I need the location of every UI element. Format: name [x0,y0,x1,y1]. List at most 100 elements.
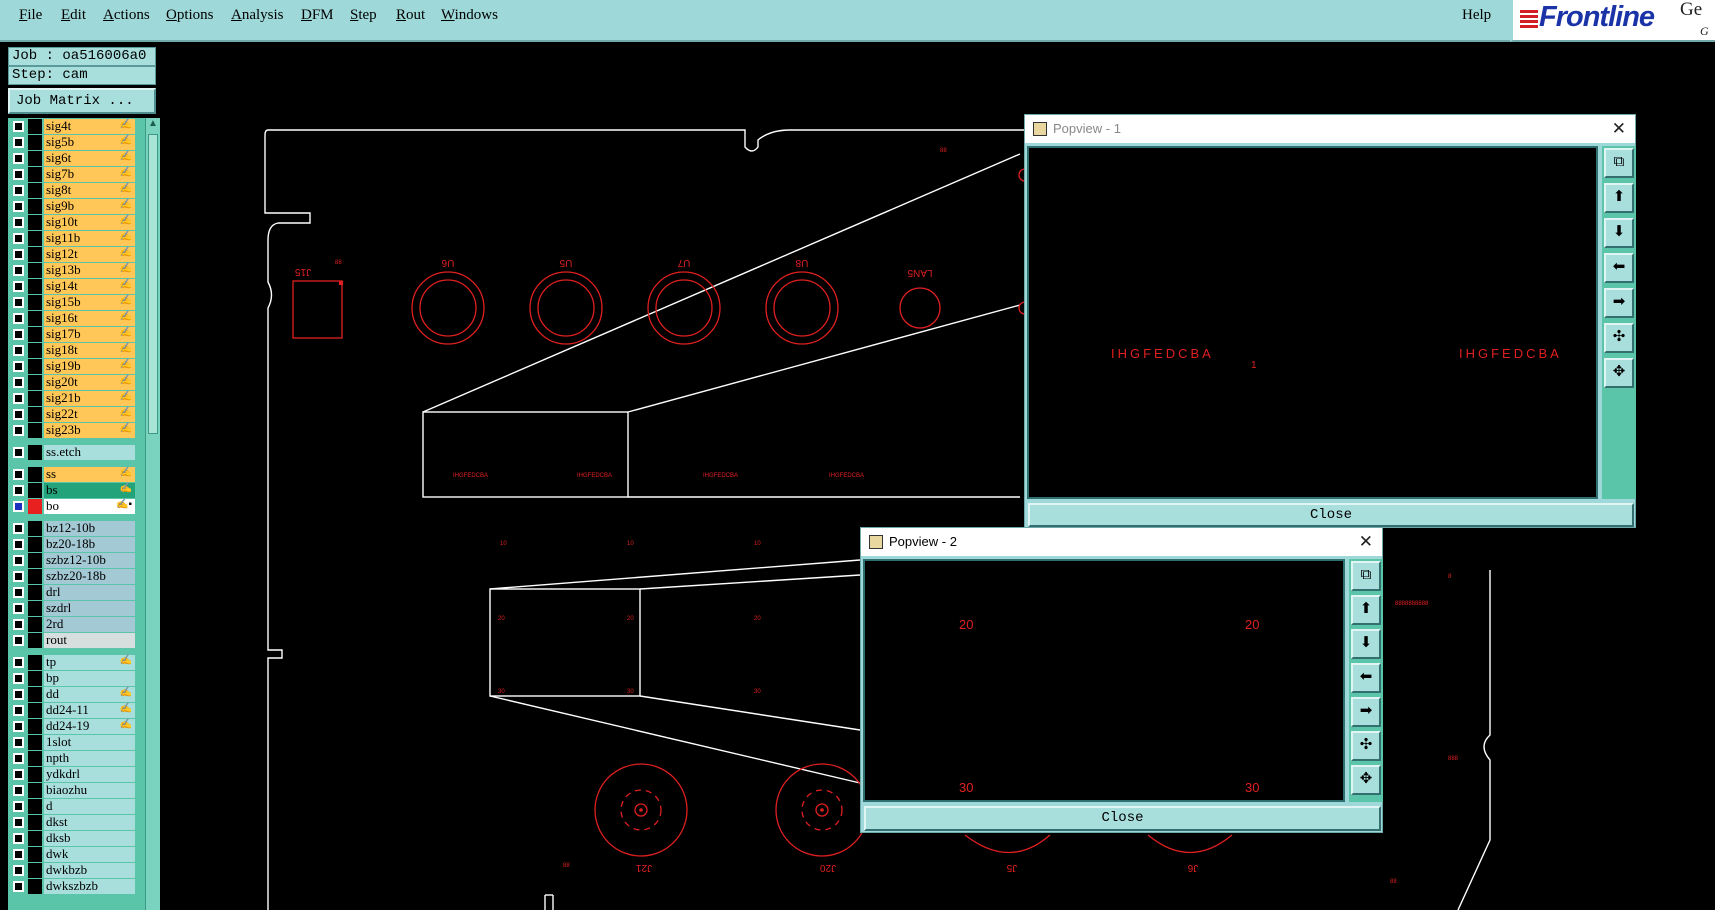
layer-row[interactable]: sig18t ✍ [8,343,138,358]
layer-checkbox[interactable] [13,849,24,860]
layer-checkbox[interactable] [13,265,24,276]
layer-row[interactable]: dd ✍ [8,687,138,702]
layer-checkbox[interactable] [13,217,24,228]
layer-row[interactable]: szbz12-10b [8,553,138,568]
layer-row[interactable]: bz20-18b [8,537,138,552]
layer-row[interactable]: sig12t ✍ [8,247,138,262]
layer-checkbox[interactable] [13,377,24,388]
layer-checkbox[interactable] [13,447,24,458]
layer-row[interactable]: sig19b ✍ [8,359,138,374]
layer-row[interactable]: tp ✍ [8,655,138,670]
popview-2-close-button[interactable]: Close [864,806,1381,831]
layer-row[interactable]: szbz20-18b [8,569,138,584]
layer-checkbox[interactable] [13,485,24,496]
popview-2-titlebar[interactable]: Popview - 2 ✕ [861,528,1382,556]
layer-row[interactable]: sig20t ✍ [8,375,138,390]
layer-checkbox[interactable] [13,121,24,132]
layer-row[interactable]: sig4t ✍ [8,119,138,134]
layer-row[interactable]: sig13b ✍ [8,263,138,278]
layer-checkbox[interactable] [13,409,24,420]
menu-analysis[interactable]: Analysis [231,7,284,24]
layer-row[interactable]: szdrl [8,601,138,616]
popview-1-screen[interactable]: IHGFEDCBA IHGFEDCBA 1 [1027,146,1598,499]
layer-row[interactable]: sig21b ✍ [8,391,138,406]
layer-row[interactable]: sig23b ✍ [8,423,138,438]
pan-right-icon[interactable]: ➡ [1351,697,1381,727]
layer-checkbox[interactable] [13,571,24,582]
job-matrix-button[interactable]: Job Matrix ... [8,88,156,114]
layer-row[interactable]: biaozhu [8,783,138,798]
layer-row[interactable]: sig22t ✍ [8,407,138,422]
layer-checkbox[interactable] [13,469,24,480]
layer-checkbox[interactable] [13,785,24,796]
layer-checkbox[interactable] [13,201,24,212]
layer-checkbox[interactable] [13,501,24,512]
layer-checkbox[interactable] [13,169,24,180]
layer-checkbox[interactable] [13,619,24,630]
layer-row[interactable]: sig16t ✍ [8,311,138,326]
zoom-window-icon[interactable]: ⧉ [1351,561,1381,591]
layer-row[interactable]: sig17b ✍ [8,327,138,342]
pan-right-icon[interactable]: ➡ [1604,288,1634,318]
layer-checkbox[interactable] [13,753,24,764]
close-icon[interactable]: ✕ [1359,528,1373,556]
layer-row[interactable]: dwkbzb [8,863,138,878]
layer-row[interactable]: sig10t ✍ [8,215,138,230]
layer-row[interactable]: drl [8,585,138,600]
layer-row[interactable]: ydkdrl [8,767,138,782]
layer-checkbox[interactable] [13,635,24,646]
layer-checkbox[interactable] [13,689,24,700]
menu-dfm[interactable]: DFM [301,7,334,24]
menu-rout[interactable]: Rout [396,7,425,24]
layer-row[interactable]: ss.etch [8,445,138,460]
layer-checkbox[interactable] [13,297,24,308]
zoom-window-icon[interactable]: ⧉ [1604,148,1634,178]
scroll-thumb[interactable] [148,134,158,434]
zoom-out-icon[interactable]: ✣ [1604,323,1634,353]
layer-row[interactable]: dd24-19 ✍ [8,719,138,734]
close-icon[interactable]: ✕ [1612,115,1626,143]
menu-edit[interactable]: Edit [61,7,86,24]
pan-down-icon[interactable]: ⬇ [1604,218,1634,248]
layer-checkbox[interactable] [13,555,24,566]
menu-windows[interactable]: Windows [441,7,498,24]
pan-up-icon[interactable]: ⬆ [1351,595,1381,625]
layer-row[interactable]: 1slot [8,735,138,750]
menu-help[interactable]: Help [1462,7,1491,24]
zoom-out-icon[interactable]: ✣ [1351,731,1381,761]
layer-row[interactable]: bz12-10b [8,521,138,536]
layer-checkbox[interactable] [13,393,24,404]
zoom-home-icon[interactable]: ✥ [1351,765,1381,795]
layer-checkbox[interactable] [13,603,24,614]
scroll-up-icon[interactable]: ▲ [146,118,160,132]
layer-row[interactable]: bs ✍ [8,483,138,498]
layer-row[interactable]: ss ✍ [8,467,138,482]
menu-actions[interactable]: Actions [103,7,150,24]
layer-checkbox[interactable] [13,361,24,372]
layer-checkbox[interactable] [13,539,24,550]
layer-checkbox[interactable] [13,249,24,260]
layer-checkbox[interactable] [13,705,24,716]
layer-row[interactable]: dwk [8,847,138,862]
layer-checkbox[interactable] [13,737,24,748]
layer-checkbox[interactable] [13,865,24,876]
layer-row[interactable]: 2rd [8,617,138,632]
layer-row[interactable]: dkst [8,815,138,830]
layer-row[interactable]: sig8t ✍ [8,183,138,198]
layer-checkbox[interactable] [13,281,24,292]
layer-checkbox[interactable] [13,425,24,436]
layer-row[interactable]: sig9b ✍ [8,199,138,214]
layer-row[interactable]: npth [8,751,138,766]
pan-left-icon[interactable]: ⬅ [1351,663,1381,693]
menu-options[interactable]: Options [166,7,214,24]
layer-checkbox[interactable] [13,587,24,598]
popview-1-titlebar[interactable]: Popview - 1 ✕ [1025,115,1635,143]
layer-checkbox[interactable] [13,769,24,780]
pan-left-icon[interactable]: ⬅ [1604,253,1634,283]
layer-row[interactable]: sig14t ✍ [8,279,138,294]
layer-checkbox[interactable] [13,329,24,340]
layer-checkbox[interactable] [13,657,24,668]
layer-checkbox[interactable] [13,881,24,892]
popview-1-close-button[interactable]: Close [1028,503,1634,527]
layer-row[interactable]: sig6t ✍ [8,151,138,166]
